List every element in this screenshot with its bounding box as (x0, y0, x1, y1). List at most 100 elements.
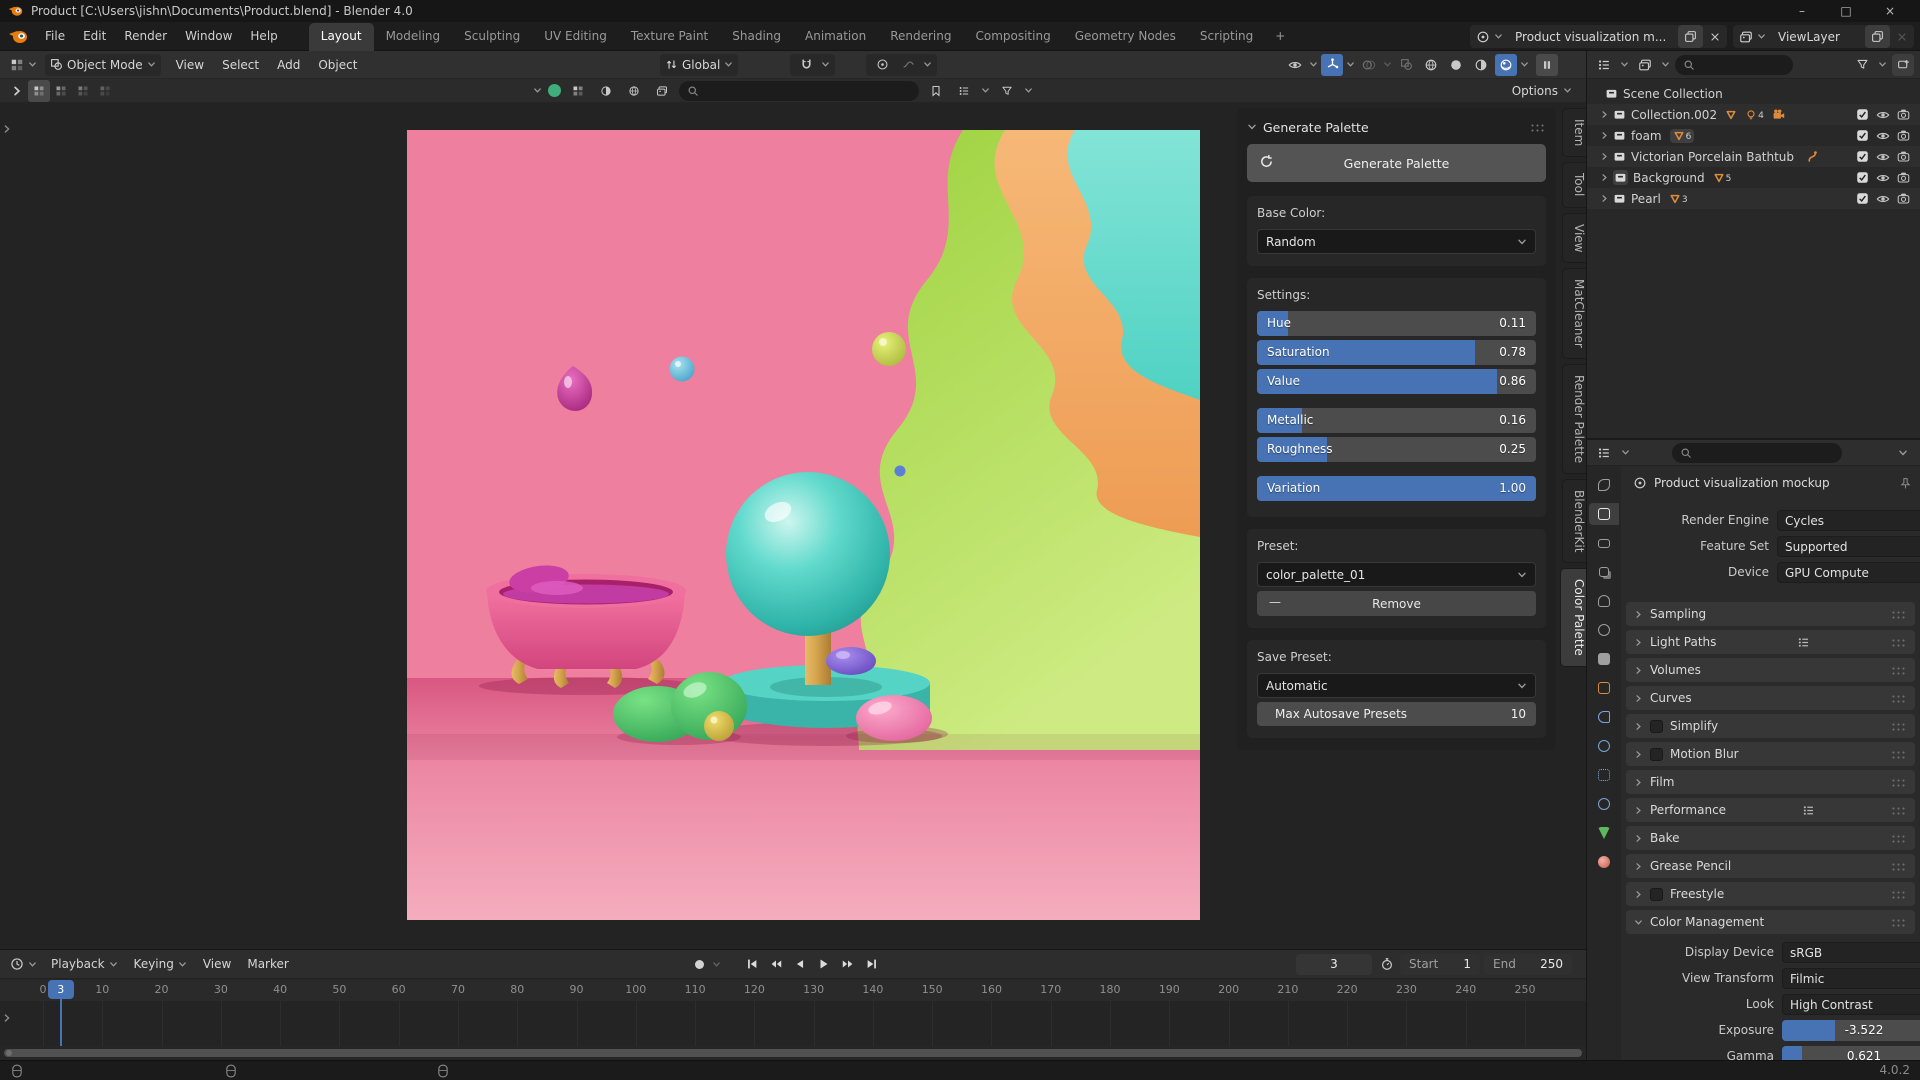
panel-drag-dots-icon[interactable] (1530, 123, 1546, 132)
hide-viewport-eye-icon[interactable] (1876, 192, 1890, 206)
outliner-row[interactable]: Pearl 3 (1587, 188, 1920, 209)
object-visibility-icon[interactable] (1284, 54, 1306, 76)
timeline-editor[interactable]: Playback Keying View Marker (0, 949, 1586, 1060)
add-workspace-button[interactable]: + (1265, 29, 1295, 43)
section-header[interactable]: Freestyle (1626, 882, 1915, 906)
properties-tab[interactable] (1591, 677, 1617, 699)
hide-viewport-eye-icon[interactable] (1876, 150, 1890, 164)
properties-editor-type-button[interactable] (1593, 442, 1615, 464)
blenderkit-model-icon[interactable] (567, 80, 589, 102)
close-button[interactable]: × (1868, 0, 1912, 22)
expand-icon[interactable] (1595, 173, 1613, 182)
outliner-display-mode-button[interactable] (1593, 54, 1615, 76)
section-drag-dots-icon[interactable] (1891, 666, 1907, 675)
selectability-checkbox-icon[interactable] (1856, 192, 1869, 205)
workspace-tab[interactable]: Animation (793, 23, 878, 51)
jump-to-end-button[interactable] (862, 954, 882, 974)
panel-collapse-icon[interactable] (1247, 122, 1257, 132)
cm-dropdown[interactable]: High Contrast (1782, 994, 1920, 1015)
snap-magnet-icon[interactable] (795, 54, 817, 76)
frame-start-field[interactable]: Start1 (1400, 954, 1480, 975)
expand-icon[interactable] (1595, 131, 1613, 140)
section-expand-icon[interactable] (1634, 666, 1643, 675)
section-header[interactable]: Volumes (1626, 658, 1915, 682)
section-drag-dots-icon[interactable] (1891, 750, 1907, 759)
new-collection-button[interactable] (1892, 54, 1914, 76)
section-drag-dots-icon[interactable] (1891, 610, 1907, 619)
setting-slider[interactable]: Saturation 0.78 (1257, 340, 1536, 365)
disable-render-camera-icon[interactable] (1897, 150, 1910, 163)
properties-options-chevron-icon[interactable] (1898, 448, 1908, 458)
visibility-chevron-icon[interactable] (1309, 60, 1318, 69)
selectability-checkbox-icon[interactable] (1856, 150, 1869, 163)
section-menu-icon[interactable] (1797, 636, 1810, 649)
device-dropdown[interactable]: GPU Compute (1777, 562, 1920, 583)
gizmo-chevron-icon[interactable] (1346, 60, 1355, 69)
section-expand-icon[interactable] (1634, 638, 1643, 647)
section-drag-dots-icon[interactable] (1891, 862, 1907, 871)
sidebar-tab[interactable]: Item (1562, 108, 1586, 157)
selectability-checkbox-icon[interactable] (1856, 108, 1869, 121)
expand-icon[interactable] (1595, 152, 1613, 161)
transform-orientation-dropdown[interactable]: Global (660, 54, 738, 76)
sidebar-tab[interactable]: Tool (1562, 162, 1586, 207)
sidebar-tab[interactable]: Color Palette (1560, 568, 1586, 667)
sidebar-tab[interactable]: Render Palette (1562, 364, 1586, 474)
shading-rendered-icon[interactable] (1495, 54, 1517, 76)
properties-tab[interactable] (1591, 474, 1617, 496)
select-mode-invert-icon[interactable] (94, 80, 116, 102)
outliner-display-chevron-icon[interactable] (1620, 60, 1629, 69)
selectability-checkbox-icon[interactable] (1856, 129, 1869, 142)
generate-palette-button[interactable]: Generate Palette (1247, 144, 1546, 182)
timeline-menu[interactable]: Playback (43, 957, 126, 971)
section-checkbox[interactable] (1650, 720, 1663, 733)
section-expand-icon[interactable] (1634, 834, 1643, 843)
remove-preset-button[interactable]: — Remove (1257, 591, 1536, 616)
prev-keyframe-button[interactable] (766, 954, 786, 974)
properties-tab[interactable] (1591, 706, 1617, 728)
disable-render-camera-icon[interactable] (1897, 171, 1910, 184)
feature-set-dropdown[interactable]: Supported (1777, 536, 1920, 557)
section-drag-dots-icon[interactable] (1891, 638, 1907, 647)
hide-viewport-eye-icon[interactable] (1876, 129, 1890, 143)
properties-tab[interactable] (1589, 503, 1619, 525)
timeline-menu[interactable]: View (195, 957, 239, 971)
active-tool-icon[interactable] (6, 80, 28, 102)
max-autosave-field[interactable]: Max Autosave Presets 10 (1257, 702, 1536, 726)
properties-tab[interactable] (1591, 851, 1617, 873)
maximize-button[interactable]: □ (1824, 0, 1868, 22)
outliner-row[interactable]: foam 6 (1587, 125, 1920, 146)
section-header[interactable]: Grease Pencil (1626, 854, 1915, 878)
editor-type-button[interactable] (6, 54, 28, 76)
minimize-button[interactable]: – (1780, 0, 1824, 22)
workspace-tab[interactable]: Shading (720, 23, 793, 51)
properties-editor-chevron-icon[interactable] (1621, 448, 1630, 457)
blenderkit-category-chevron-icon[interactable] (533, 86, 542, 95)
section-expand-icon[interactable] (1634, 862, 1643, 871)
cm-dropdown[interactable]: sRGB (1782, 942, 1920, 963)
section-header[interactable]: Light Paths (1626, 630, 1915, 654)
viewlayer-name-field[interactable]: ViewLayer (1772, 25, 1864, 48)
new-scene-button[interactable] (1678, 25, 1703, 48)
section-header[interactable]: Performance (1626, 798, 1915, 822)
properties-tab[interactable] (1591, 619, 1617, 641)
outliner-row[interactable]: Collection.002 4 (1587, 104, 1920, 125)
blenderkit-hdr-icon[interactable] (651, 80, 673, 102)
cm-slider[interactable]: -3.522 (1782, 1020, 1920, 1041)
save-preset-dropdown[interactable]: Automatic (1257, 673, 1536, 698)
section-expand-icon[interactable] (1634, 778, 1643, 787)
section-drag-dots-icon[interactable] (1891, 806, 1907, 815)
playhead-frame-chip[interactable]: 3 (48, 980, 74, 999)
selectability-checkbox-icon[interactable] (1856, 171, 1869, 184)
pin-icon[interactable] (1670, 31, 1671, 43)
section-expand-icon[interactable] (1634, 890, 1643, 899)
outliner-viewlayer-chevron-icon[interactable] (1661, 60, 1670, 69)
section-checkbox[interactable] (1650, 888, 1663, 901)
viewport-menu-add[interactable]: Add (268, 52, 309, 78)
blenderkit-search-input[interactable] (679, 81, 919, 101)
asset-list-chevron-icon[interactable] (981, 86, 990, 95)
section-header[interactable]: Bake (1626, 826, 1915, 850)
section-expand-icon[interactable] (1634, 750, 1643, 759)
shading-solid-icon[interactable] (1445, 54, 1467, 76)
disable-render-camera-icon[interactable] (1897, 108, 1910, 121)
